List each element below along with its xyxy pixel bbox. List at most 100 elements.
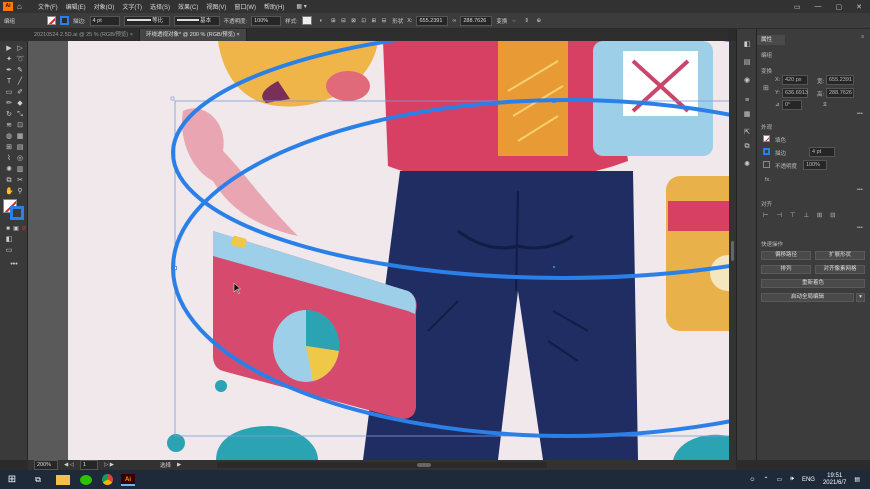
menu-window[interactable]: 窗口(W) (230, 2, 260, 11)
blend-icon[interactable]: ◎ (16, 155, 24, 163)
appearance-icon[interactable]: ✺ (743, 161, 751, 169)
artboard-nav-next-icons[interactable]: ▷ ▶ (104, 462, 114, 468)
menu-select[interactable]: 选择(S) (146, 2, 174, 11)
graph-tool-icon[interactable]: ▥ (16, 166, 24, 174)
reference-point-icon[interactable]: ⊞ (763, 84, 769, 92)
close-icon[interactable]: × (130, 32, 133, 38)
selection-tool-icon[interactable]: ▶ (5, 45, 13, 53)
properties-tab[interactable]: 属性 (757, 35, 785, 45)
artboards-icon[interactable]: ⧉ (743, 143, 751, 151)
y-field[interactable]: 636.6913 (782, 88, 808, 98)
libraries-icon[interactable]: ▤ (743, 59, 751, 67)
rotate-icon[interactable]: ↻ (5, 111, 13, 119)
ime-indicator[interactable]: ENG (802, 477, 815, 483)
brush-select[interactable]: 基本 (173, 15, 220, 26)
expand-shape-button[interactable]: 扩展形状 (815, 251, 865, 260)
menu-effect[interactable]: 效果(C) (174, 2, 202, 11)
align-pixel-grid-button[interactable]: 对齐像素网格 (815, 265, 865, 274)
menu-type[interactable]: 文字(T) (118, 2, 146, 11)
stroke-blue-swatch[interactable] (10, 206, 24, 220)
eraser-icon[interactable]: ◆ (16, 100, 24, 108)
stroke-profile-select[interactable]: 等比 (123, 15, 170, 26)
symbol-sprayer-icon[interactable]: ✺ (5, 166, 13, 174)
layers-icon[interactable]: ≡ (743, 97, 751, 105)
rectangle-tool-icon[interactable]: ▭ (5, 89, 13, 97)
opacity-field[interactable]: 100% (251, 15, 282, 26)
curvature-icon[interactable]: ✎ (16, 67, 24, 75)
menu-view[interactable]: 视图(V) (202, 2, 230, 11)
x-field[interactable]: 420 px (782, 75, 808, 85)
minimize-icon[interactable]: — (815, 3, 822, 11)
wechat-icon[interactable] (80, 474, 92, 485)
pen-tool-icon[interactable]: ✒ (5, 67, 13, 75)
menu-help[interactable]: 帮助(H) (260, 2, 288, 11)
cc-icon[interactable]: ◉ (743, 77, 751, 85)
free-transform-icon[interactable]: ⊡ (16, 122, 24, 130)
workspace-switcher-icon[interactable]: ▦ ▾ (296, 3, 306, 10)
type-tool-icon[interactable]: T (5, 78, 13, 86)
hand-tool-icon[interactable]: ✋ (5, 188, 14, 196)
lasso-icon[interactable]: ➰ (16, 56, 25, 64)
h-scroll-thumb[interactable] (417, 463, 432, 467)
scale-icon[interactable]: ⤡ (16, 111, 24, 119)
w-field[interactable]: 288.7626 (460, 15, 493, 26)
global-edit-button[interactable]: 启动全局编辑 (761, 293, 854, 302)
width-tool-icon[interactable]: ≋ (5, 122, 13, 130)
draw-mode-icon[interactable]: ◧ (5, 236, 13, 244)
stroke-weight-field[interactable]: 4 pt (89, 15, 120, 26)
maximize-icon[interactable]: ▢ (836, 3, 843, 11)
shape-label[interactable]: 形状 (392, 17, 403, 25)
vertical-scrollbar[interactable] (729, 41, 736, 460)
windows-start-icon[interactable]: ⊞ (2, 474, 22, 485)
opacity-field[interactable]: 100% (803, 160, 827, 170)
clock[interactable]: 19:51 2021/6/7 (823, 473, 846, 487)
link-icon[interactable]: ∞ (452, 18, 456, 24)
menu-file[interactable]: 文件(F) (34, 2, 62, 11)
artboard-nav-icons[interactable]: ◀ ◁ (64, 462, 74, 468)
align-more-icon[interactable]: ••• (857, 225, 863, 231)
swatches-icon[interactable]: ▦ (743, 111, 751, 119)
recolor-icon[interactable]: ◐ (320, 18, 323, 24)
none-mode-icon[interactable]: ⊘ (20, 225, 28, 233)
shaper-icon[interactable]: ✏ (5, 100, 13, 108)
h-field[interactable]: 288.7626 (826, 88, 854, 98)
shape-builder-icon[interactable]: ◍ (5, 133, 13, 141)
constrain-icon[interactable]: ⧖ (823, 102, 827, 109)
export-icon[interactable]: ⇱ (743, 129, 751, 137)
close-icon[interactable]: × (237, 32, 240, 38)
menu-edit[interactable]: 编辑(E) (62, 2, 90, 11)
horizontal-scrollbar[interactable] (217, 462, 548, 468)
magic-wand-icon[interactable]: ✦ (5, 56, 13, 64)
reflect-icons[interactable]: ⇔ ⇕ ⊕ (511, 18, 544, 24)
fill-none-swatch[interactable] (763, 135, 770, 142)
stroke-weight-field[interactable]: 4 pt (809, 147, 835, 157)
mesh-icon[interactable]: ⊞ (5, 144, 13, 152)
network-icon[interactable]: ▭ (777, 476, 783, 483)
paintbrush-icon[interactable]: ✐ (16, 89, 24, 97)
appearance-more-icon[interactable]: ••• (857, 187, 863, 193)
more-tools-icon[interactable]: ••• (10, 261, 18, 269)
slice-tool-icon[interactable]: ✂ (16, 177, 24, 185)
transform-label[interactable]: 变换 (496, 17, 507, 25)
panel-menu-icon[interactable]: ≡ (861, 34, 864, 40)
x-field[interactable]: 655.2391 (416, 15, 449, 26)
tray-people-icon[interactable]: ☺ (749, 477, 755, 483)
gradient-mode-icon[interactable]: ▣ (12, 225, 20, 233)
close-icon[interactable]: ✕ (856, 3, 862, 11)
recolor-button[interactable]: 重新着色 (761, 279, 865, 288)
gradient-icon[interactable]: ▤ (16, 144, 24, 152)
task-view-icon[interactable]: ⧉ (28, 475, 48, 485)
arrange-docs-icon[interactable]: ▭ (794, 3, 801, 11)
align-icons[interactable]: ⊞ ⊟ ⊠ ⊡ ⊞ ⊟ (331, 18, 388, 24)
stroke-swatch[interactable] (763, 148, 770, 155)
offset-path-button[interactable]: 偏移路径 (761, 251, 811, 260)
menu-object[interactable]: 对象(O) (90, 2, 119, 11)
chrome-icon[interactable] (102, 474, 113, 485)
fill-stroke-control[interactable] (3, 199, 25, 221)
more-options-icon[interactable]: ••• (857, 111, 863, 117)
scroll-thumb[interactable] (731, 241, 734, 261)
tray-chevron-icon[interactable]: ⌃ (763, 476, 768, 483)
volume-icon[interactable]: 🕪 (790, 476, 794, 483)
tab-doc-2[interactable]: 环绕透视对象* @ 200 % (RGB/预览) × (140, 29, 247, 41)
notification-icon[interactable]: ▤ (854, 476, 860, 483)
